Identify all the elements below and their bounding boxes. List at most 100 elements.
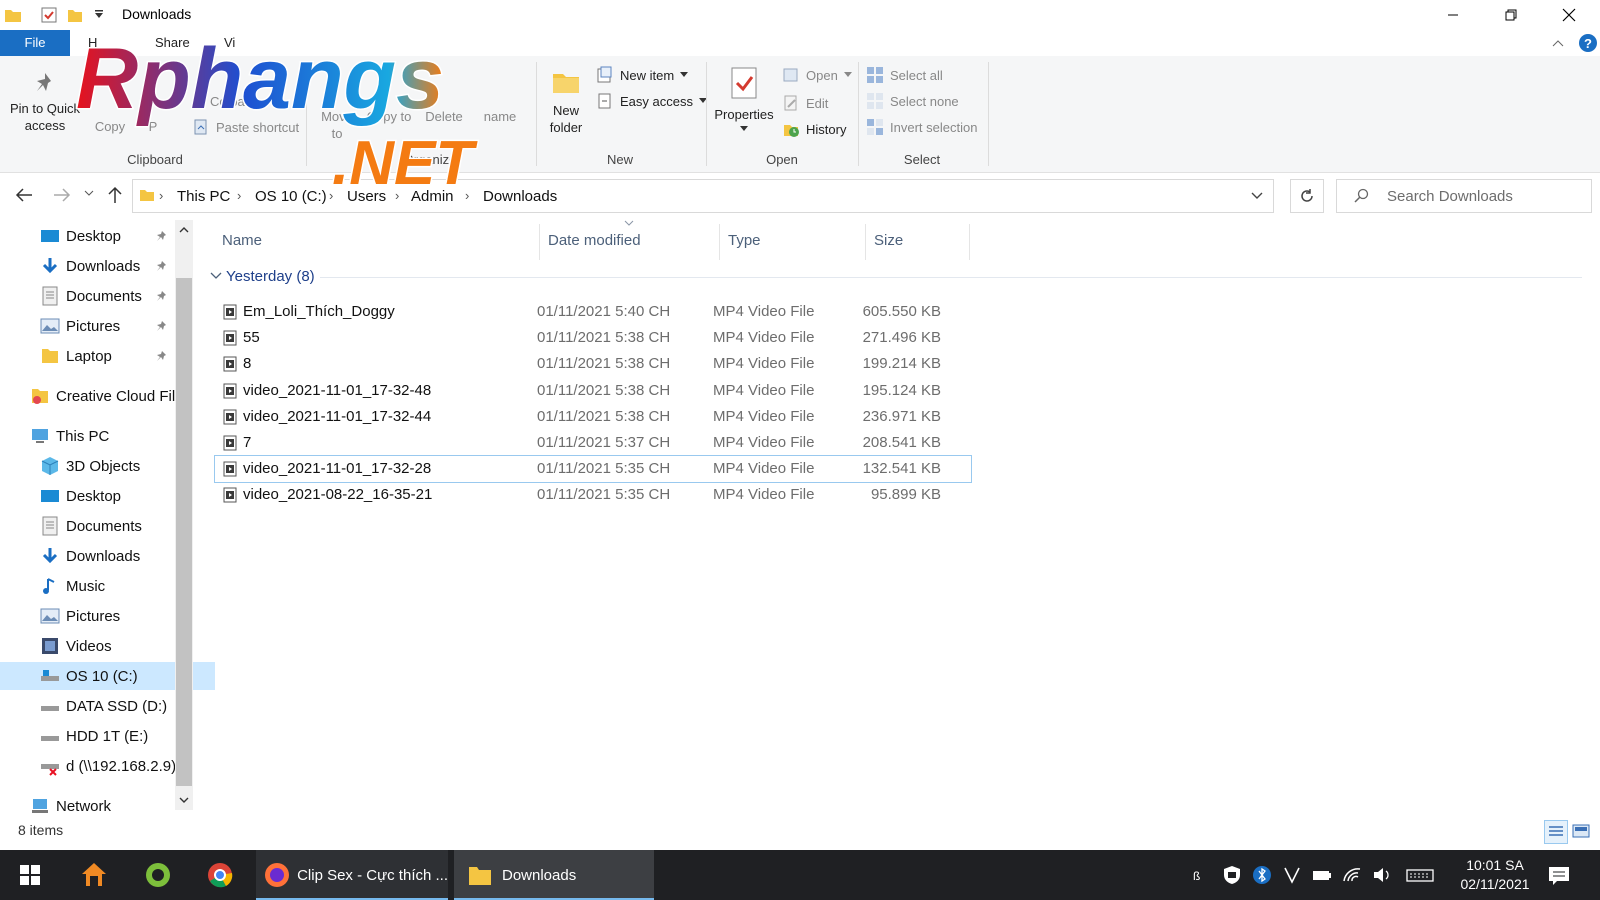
tab-view[interactable]: Vi (224, 30, 235, 56)
collapse-ribbon-icon[interactable] (1552, 38, 1564, 48)
select-all-button[interactable]: Select all (866, 66, 943, 84)
large-icons-view-button[interactable] (1570, 820, 1592, 842)
forward-arrow-icon[interactable] (52, 186, 72, 204)
up-arrow-icon[interactable] (106, 185, 124, 205)
tab-file[interactable]: File (0, 30, 70, 56)
nav-label: Documents (66, 517, 142, 535)
easy-access-button[interactable]: Easy access (596, 92, 707, 110)
scroll-up-icon[interactable] (179, 226, 189, 234)
v-app-icon[interactable] (1282, 865, 1302, 885)
taskbar-app-coccoc[interactable] (138, 850, 178, 900)
back-arrow-icon[interactable] (14, 186, 34, 204)
file-row[interactable]: video_2021-11-01_17-32-48 01/11/2021 5:38… (214, 377, 972, 405)
new-folder-quick-icon[interactable] (66, 6, 84, 24)
breadcrumb-os-drive[interactable]: OS 10 (C:) (255, 188, 327, 205)
computer-icon (32, 429, 48, 443)
details-view-button[interactable] (1544, 820, 1568, 844)
column-divider[interactable] (719, 224, 720, 260)
file-row[interactable]: 55 01/11/2021 5:38 CH MP4 Video File 271.49… (214, 324, 972, 352)
properties-quick-icon[interactable] (40, 6, 58, 24)
close-button[interactable] (1546, 0, 1592, 30)
paste-button[interactable]: P (138, 118, 168, 135)
creative-cloud-folder-icon (32, 389, 48, 404)
recent-locations-icon[interactable] (84, 190, 94, 198)
paste-shortcut-button[interactable]: Paste shortcut (192, 118, 299, 136)
open-button[interactable]: Open (782, 66, 852, 84)
bluetooth-icon[interactable] (1252, 865, 1272, 885)
column-header-size[interactable]: Size (874, 232, 903, 249)
column-header-type[interactable]: Type (728, 232, 761, 249)
move-to-button[interactable]: Move to (314, 108, 360, 142)
copy-to-button[interactable]: Copy to (366, 108, 412, 125)
scroll-thumb[interactable] (176, 278, 192, 786)
new-item-button[interactable]: New item (596, 66, 689, 84)
taskbar-app-chrome[interactable] (200, 850, 240, 900)
help-icon[interactable]: ? (1578, 33, 1598, 53)
column-divider[interactable] (969, 224, 970, 260)
history-button[interactable]: History (782, 120, 846, 138)
properties-icon (731, 67, 757, 99)
tab-home[interactable]: H (88, 30, 97, 56)
unikey-icon[interactable]: ß (1192, 865, 1212, 885)
notification-center-icon[interactable] (1548, 865, 1570, 885)
file-row[interactable]: Em_Loli_Thích_Doggy 01/11/2021 5:40 CH MP4… (214, 298, 972, 326)
scroll-down-icon[interactable] (179, 796, 189, 804)
refresh-button[interactable] (1290, 179, 1324, 213)
column-header-name[interactable]: Name (222, 232, 262, 249)
file-type: MP4 Video File (713, 355, 815, 373)
breadcrumb-downloads[interactable]: Downloads (483, 188, 557, 205)
properties-button[interactable]: Properties (712, 66, 776, 132)
column-header-date[interactable]: Date modified (548, 232, 641, 249)
copy-path-button[interactable]: Co path (210, 94, 256, 109)
wifi-icon[interactable] (1342, 865, 1362, 885)
select-none-icon (867, 93, 883, 109)
breadcrumb-users[interactable]: Users (347, 188, 386, 205)
copy-path-label: Co path (210, 94, 256, 109)
taskbar-app-home[interactable] (74, 850, 114, 900)
invert-selection-button[interactable]: Invert selection (866, 118, 977, 136)
select-none-button[interactable]: Select none (866, 92, 959, 110)
delete-button[interactable]: Delete (422, 108, 466, 125)
minimize-button[interactable] (1430, 0, 1476, 30)
group-label: Yesterday (8) (226, 268, 315, 285)
taskbar-window-firefox[interactable]: Clip Sex - Cực thích ... (256, 850, 448, 900)
file-row[interactable]: video_2021-08-22_16-35-21 01/11/2021 5:35… (214, 481, 972, 509)
start-button[interactable] (10, 850, 50, 900)
customize-quick-access-icon[interactable] (90, 6, 108, 24)
pin-to-quick-access-button[interactable]: Pin to Quick access (6, 70, 84, 134)
title-bar: Downloads (0, 0, 1600, 30)
volume-icon[interactable] (1372, 865, 1392, 885)
nav-label: Desktop (66, 227, 122, 245)
new-folder-button[interactable]: New folder (542, 66, 590, 136)
keyboard-icon[interactable] (1406, 865, 1434, 885)
rename-button[interactable]: name (478, 108, 522, 125)
file-row[interactable]: 8 01/11/2021 5:38 CH MP4 Video File 199.214… (214, 350, 972, 378)
taskbar: Clip Sex - Cực thích ... Downloads ß 10:… (0, 850, 1600, 900)
battery-icon[interactable] (1312, 865, 1332, 885)
clock[interactable]: 10:01 SA 02/11/2021 (1440, 856, 1550, 894)
file-list: Name Date modified Type Size Yesterday (… (210, 220, 1600, 810)
taskbar-window-explorer[interactable]: Downloads (454, 850, 654, 900)
shield-icon[interactable] (1222, 865, 1242, 885)
edit-button[interactable]: Edit (782, 94, 828, 112)
nav-scrollbar[interactable] (175, 220, 193, 810)
file-row[interactable]: video_2021-11-01_17-32-44 01/11/2021 5:38… (214, 403, 972, 431)
search-input[interactable]: Search Downloads (1336, 179, 1592, 213)
file-size: 95.899 KB (870, 486, 941, 504)
nav-label: OS 10 (C:) (66, 667, 138, 685)
group-header[interactable]: Yesterday (8) (210, 264, 1590, 290)
breadcrumb-this-pc[interactable]: This PC (177, 188, 230, 205)
divider (306, 62, 307, 166)
restore-button[interactable] (1488, 0, 1534, 30)
file-row[interactable]: video_2021-11-01_17-32-28 01/11/2021 5:35… (214, 455, 972, 484)
address-history-chevron-icon[interactable] (1251, 192, 1263, 200)
file-name: 55 (243, 329, 260, 347)
breadcrumb-admin[interactable]: Admin (411, 188, 454, 205)
address-bar[interactable]: › This PC › OS 10 (C:) › Users › Admin ›… (132, 179, 1274, 213)
copy-button[interactable]: Copy (90, 118, 130, 135)
file-row[interactable]: 7 01/11/2021 5:37 CH MP4 Video File 208.541… (214, 429, 972, 457)
column-divider[interactable] (865, 224, 866, 260)
folder-icon (5, 10, 21, 22)
column-divider[interactable] (539, 224, 540, 260)
tab-share[interactable]: Share (155, 30, 190, 56)
